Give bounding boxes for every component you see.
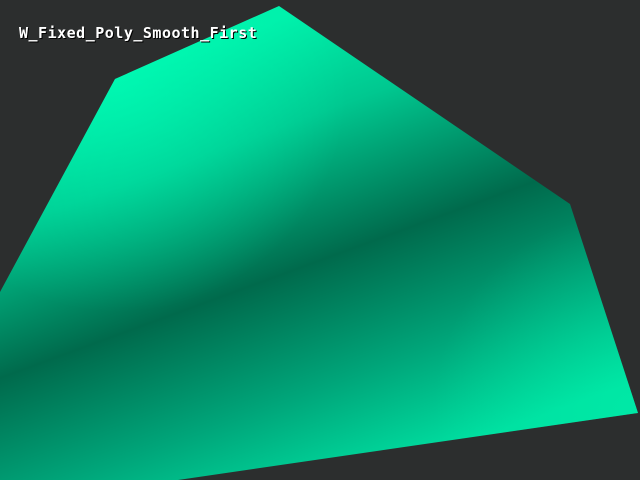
scene-canvas: [0, 0, 640, 480]
demo-title: W_Fixed_Poly_Smooth_First: [19, 24, 258, 42]
render-viewport: W_Fixed_Poly_Smooth_First: [0, 0, 640, 480]
